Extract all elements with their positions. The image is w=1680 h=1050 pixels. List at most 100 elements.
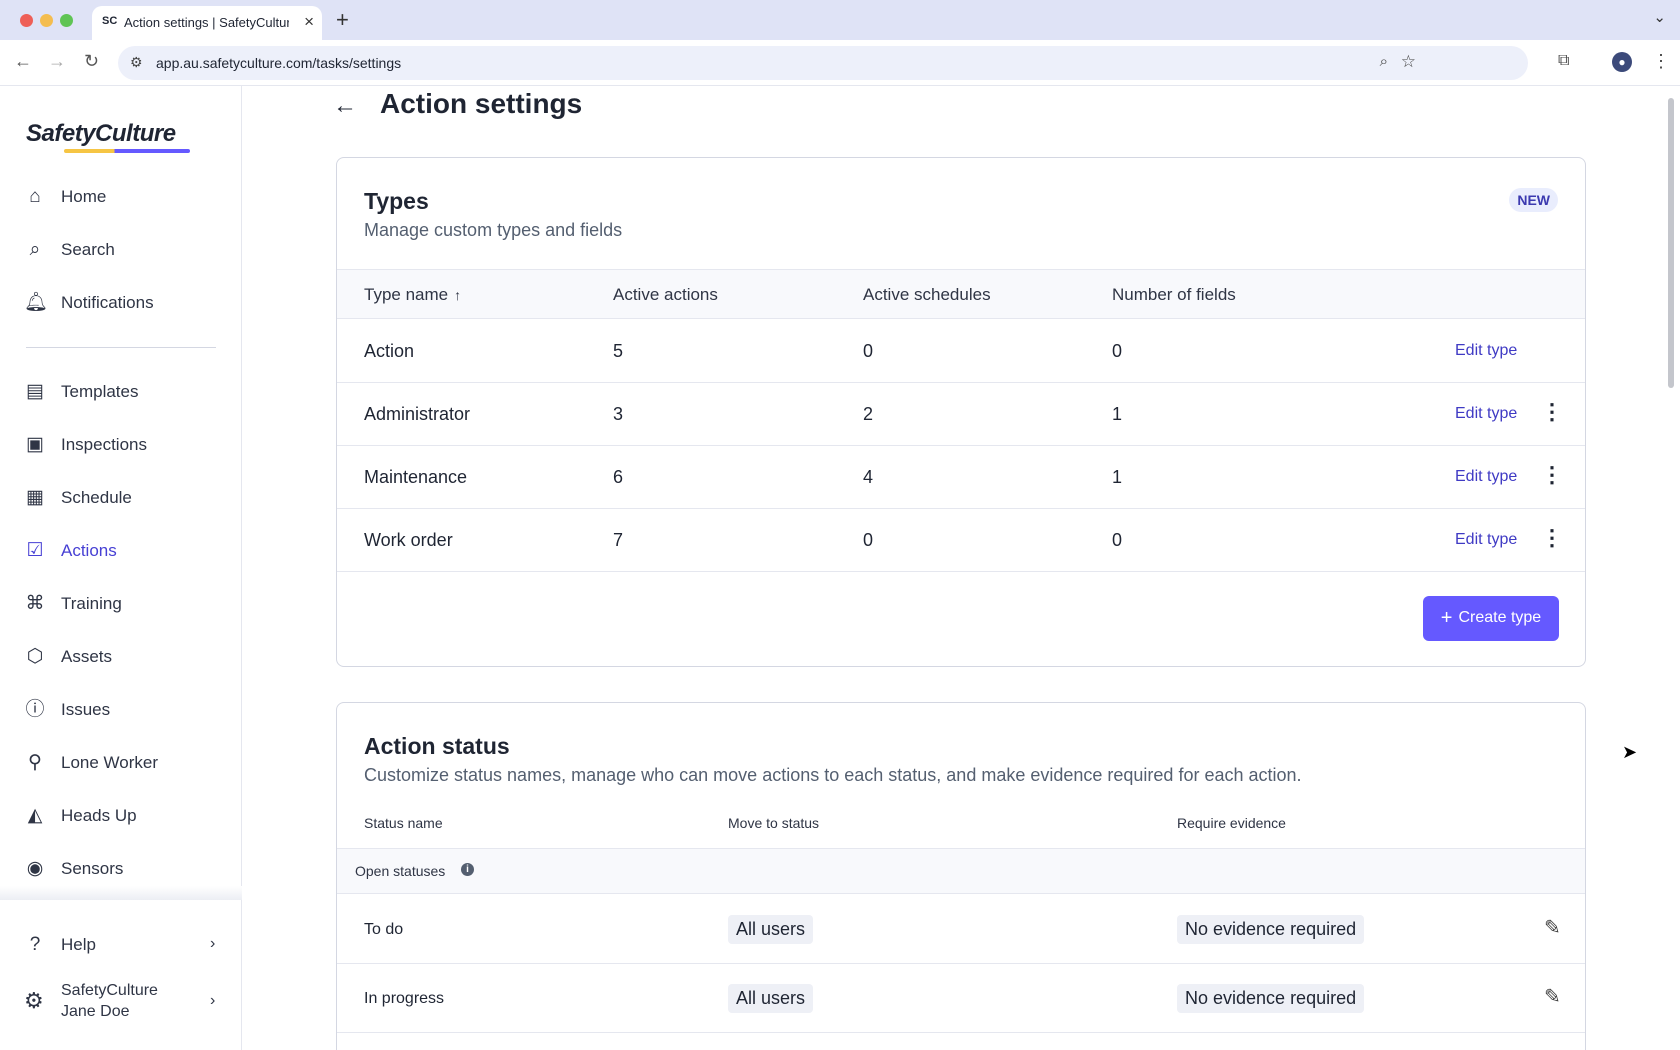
window-zoom-button[interactable] <box>60 14 73 27</box>
page-scrollbar[interactable] <box>1668 98 1674 388</box>
address-bar[interactable]: ⚙ app.au.safetyculture.com/tasks/setting… <box>118 46 1528 80</box>
sidebar-item-search[interactable]: ⌕ Search <box>0 229 242 269</box>
status-name: To do <box>364 921 404 938</box>
new-tab-icon[interactable]: + <box>336 7 349 33</box>
active-schedules-count: 0 <box>863 341 874 361</box>
move-to-status-chip: All users <box>728 984 814 1013</box>
column-header-active-schedules: Active schedules <box>863 285 991 304</box>
user-name[interactable]: Jane Doe <box>61 1003 130 1021</box>
site-settings-icon[interactable]: ⚙ <box>130 54 143 71</box>
status-name: In progress <box>364 990 445 1007</box>
edit-type-link[interactable]: Edit type <box>1455 531 1517 549</box>
sidebar-item-label: Schedule <box>61 488 132 507</box>
type-name: Administrator <box>364 404 471 424</box>
sidebar-item-training[interactable]: ⌘ Training <box>0 583 242 623</box>
more-options-icon[interactable]: ⋮ <box>1541 464 1563 486</box>
more-options-icon[interactable]: ⋮ <box>1541 527 1563 549</box>
sidebar-item-label: Notifications <box>61 293 154 312</box>
active-actions-count: 7 <box>613 530 624 550</box>
sidebar-item-label: Assets <box>61 647 113 666</box>
sidebar-item-label: Sensors <box>61 859 124 878</box>
graduation-cap-icon: ⌘ <box>25 593 45 614</box>
sidebar: SafetyCulture ⌂ Home ⌕ Search 🔔︎ Notific… <box>0 86 242 1050</box>
safetyculture-logo[interactable]: SafetyCulture <box>26 120 176 148</box>
sidebar-item-label: Templates <box>61 382 139 401</box>
home-icon: ⌂ <box>29 186 41 207</box>
active-actions-count: 6 <box>613 467 624 487</box>
edit-pencil-icon[interactable]: ✎ <box>1544 915 1561 940</box>
plus-icon: + <box>1440 607 1453 629</box>
active-schedules-count: 0 <box>863 530 874 550</box>
browser-back-icon[interactable]: ← <box>14 51 32 72</box>
action-status-subtitle: Customize status names, manage who can m… <box>364 765 1302 785</box>
sidebar-item-label: Issues <box>61 700 111 719</box>
sidebar-item-help[interactable]: ? Help › <box>0 924 242 964</box>
sidebar-item-issues[interactable]: ⓘ Issues <box>0 689 242 729</box>
sidebar-item-label: Inspections <box>61 435 147 454</box>
action-status-title: Action status <box>364 733 510 759</box>
edit-type-link[interactable]: Edit type <box>1455 405 1517 423</box>
column-header-type-name[interactable]: Type name ↑ <box>364 285 461 305</box>
sidebar-item-sensors[interactable]: ◉ Sensors <box>0 848 242 888</box>
browser-menu-icon[interactable]: ⋮ <box>1652 51 1670 72</box>
column-header-number-of-fields: Number of fields <box>1112 285 1236 304</box>
fields-count: 0 <box>1112 341 1123 361</box>
browser-forward-icon[interactable]: → <box>48 51 66 72</box>
tab-search-chevron-icon[interactable]: ⌄ <box>1653 8 1666 26</box>
chevron-right-icon[interactable]: › <box>210 992 215 1010</box>
fields-count: 0 <box>1112 530 1123 550</box>
browser-tab-bar: SC Action settings | SafetyCulture × + ⌄ <box>0 0 1680 40</box>
sidebar-divider <box>26 347 216 348</box>
column-header-require-evidence: Require evidence <box>1177 815 1286 831</box>
active-actions-count: 3 <box>613 404 624 424</box>
type-name: Action <box>364 341 415 361</box>
sidebar-item-templates[interactable]: ▤ Templates <box>0 371 242 411</box>
open-statuses-group: Open statuses i <box>337 848 1585 894</box>
type-name: Work order <box>364 530 453 550</box>
org-name[interactable]: SafetyCulture <box>61 982 158 1000</box>
column-header-active-actions: Active actions <box>613 285 718 304</box>
profile-avatar-icon[interactable]: ● <box>1612 52 1632 72</box>
table-row: Maintenance 6 4 1 Edit type ⋮ <box>337 446 1585 509</box>
sidebar-item-label: Home <box>61 187 107 206</box>
sidebar-item-lone-worker[interactable]: ⚲ Lone Worker <box>0 742 242 782</box>
sidebar-item-inspections[interactable]: ▣ Inspections <box>0 424 242 464</box>
tab-close-icon[interactable]: × <box>304 12 314 32</box>
more-options-icon[interactable]: ⋮ <box>1541 401 1563 423</box>
actions-icon: ☑ <box>26 540 44 561</box>
create-type-label: Create type <box>1458 609 1542 626</box>
gear-icon[interactable]: ⚙ <box>24 988 44 1014</box>
window-minimize-button[interactable] <box>40 14 53 27</box>
extensions-icon[interactable]: ⧉ <box>1558 52 1569 70</box>
browser-tab[interactable]: SC Action settings | SafetyCulture × <box>92 6 322 40</box>
browser-reload-icon[interactable]: ↻ <box>84 51 99 72</box>
sidebar-item-assets[interactable]: ⬡ Assets <box>0 636 242 676</box>
types-card-subtitle: Manage custom types and fields <box>364 220 623 240</box>
sidebar-item-home[interactable]: ⌂ Home <box>0 176 242 216</box>
cube-icon: ⬡ <box>26 646 44 667</box>
window-close-button[interactable] <box>20 14 33 27</box>
types-card: Types Manage custom types and fields NEW… <box>336 157 1586 667</box>
sidebar-item-schedule[interactable]: ▦ Schedule <box>0 477 242 517</box>
back-arrow-icon[interactable]: ← <box>333 92 357 120</box>
info-icon[interactable]: i <box>461 863 474 876</box>
edit-type-link[interactable]: Edit type <box>1455 342 1517 360</box>
edit-type-link[interactable]: Edit type <box>1455 468 1517 486</box>
types-card-title: Types <box>364 188 429 214</box>
sidebar-scroll-shadow <box>0 886 242 900</box>
alert-icon: ⓘ <box>25 699 45 720</box>
clipboard-icon: ▣ <box>26 434 44 455</box>
create-type-button[interactable]: + Create type <box>1423 596 1559 641</box>
sidebar-item-label: Lone Worker <box>61 753 159 772</box>
status-row: To do All users No evidence required ✎ <box>337 895 1585 964</box>
bookmark-star-icon[interactable]: ☆ <box>1401 52 1416 72</box>
calendar-icon: ▦ <box>26 487 44 508</box>
fields-count: 1 <box>1112 404 1123 424</box>
sidebar-item-heads-up[interactable]: ◭ Heads Up <box>0 795 242 835</box>
url-text[interactable]: app.au.safetyculture.com/tasks/settings <box>156 55 401 71</box>
templates-icon: ▤ <box>26 381 44 402</box>
sidebar-item-actions[interactable]: ☑ Actions <box>0 530 242 570</box>
edit-pencil-icon[interactable]: ✎ <box>1544 984 1561 1009</box>
sidebar-item-notifications[interactable]: 🔔︎ Notifications <box>0 282 242 322</box>
zoom-icon[interactable]: ⌕ <box>1380 53 1388 70</box>
